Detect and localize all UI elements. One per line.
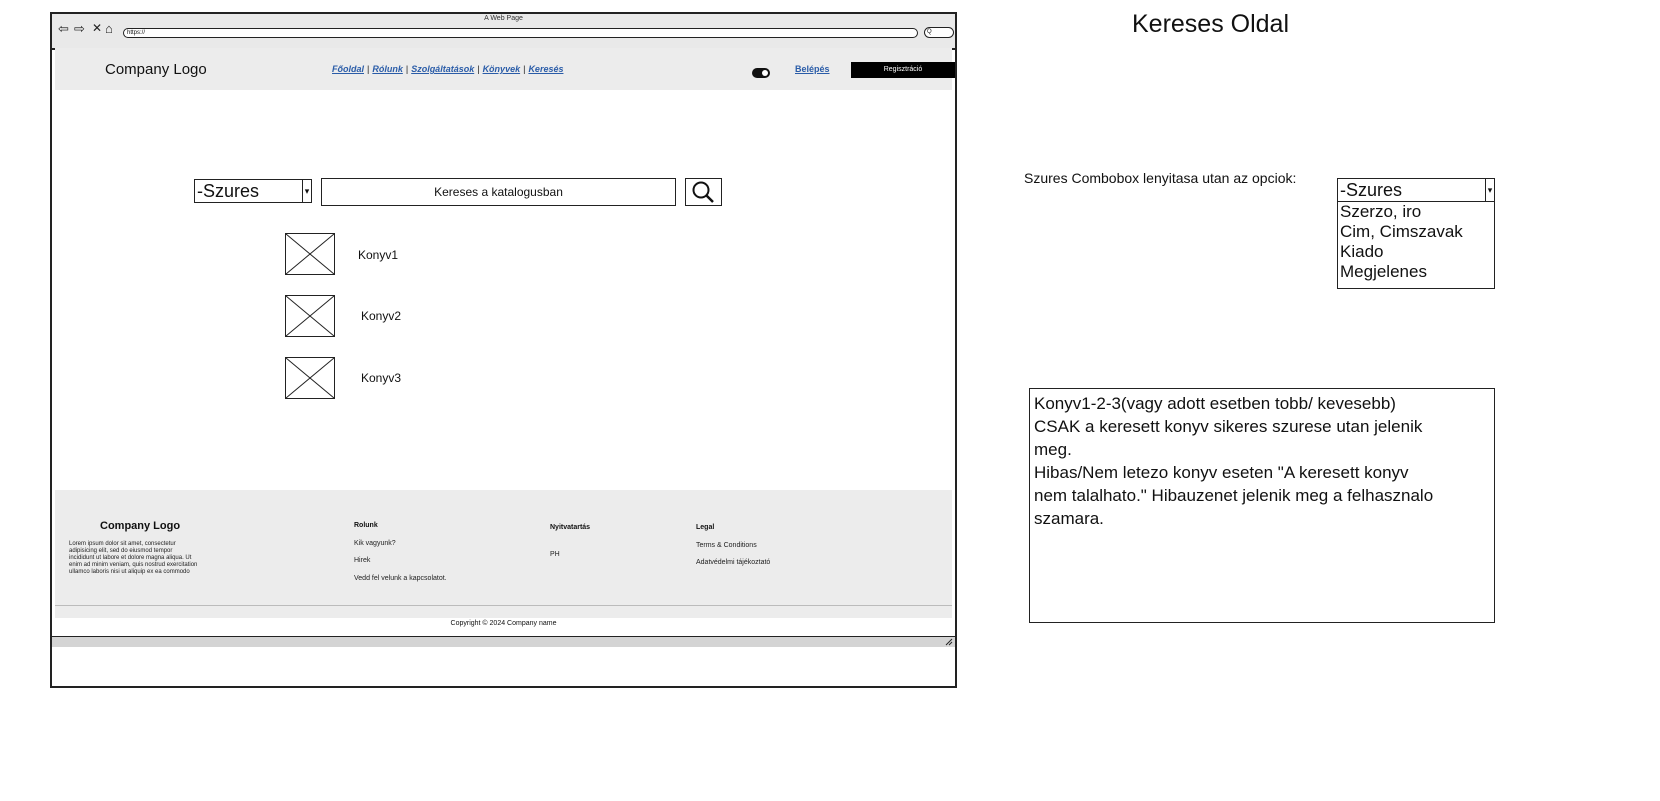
book-title[interactable]: Konyv1 bbox=[358, 248, 398, 262]
login-link[interactable]: Belépés bbox=[795, 64, 830, 74]
site-footer: Company Logo Lorem ipsum dolor sit amet,… bbox=[55, 490, 952, 618]
combobox-option[interactable]: Szerzo, iro bbox=[1338, 202, 1494, 222]
address-bar[interactable]: https:// bbox=[123, 28, 918, 38]
combobox-header[interactable]: -Szures ▾ bbox=[1337, 178, 1495, 202]
register-button[interactable]: Regisztráció bbox=[851, 62, 955, 78]
footer-link[interactable]: Kik vagyunk? bbox=[354, 540, 396, 547]
nav-link-about[interactable]: Rólunk bbox=[372, 64, 403, 74]
footer-heading-legal: Legal bbox=[696, 524, 715, 531]
footer-logo: Company Logo bbox=[100, 520, 181, 532]
filter-value: -Szures bbox=[197, 181, 260, 201]
search-button[interactable] bbox=[685, 178, 722, 206]
combobox-expanded[interactable]: -Szures ▾ Szerzo, iro Cim, Cimszavak Kia… bbox=[1337, 178, 1495, 293]
book-title[interactable]: Konyv3 bbox=[361, 371, 401, 385]
book-image-placeholder bbox=[285, 357, 335, 399]
book-image-placeholder bbox=[285, 233, 335, 275]
browser-titlebar: A Web Page ⇦ ⇨ ✕ ⌂ https:// Q bbox=[52, 14, 955, 50]
footer-link[interactable]: Terms & Conditions bbox=[696, 542, 757, 549]
browser-window: A Web Page ⇦ ⇨ ✕ ⌂ https:// Q Company Lo… bbox=[50, 12, 957, 688]
close-icon[interactable]: ✕ bbox=[92, 22, 102, 35]
footer-link[interactable]: Hirek bbox=[354, 557, 370, 564]
page-title: Kereses Oldal bbox=[1132, 10, 1290, 38]
footer-link[interactable]: Vedd fel velunk a kapcsolatot. bbox=[354, 575, 447, 582]
home-icon[interactable]: ⌂ bbox=[105, 22, 113, 35]
footer-heading-about: Rolunk bbox=[354, 522, 378, 529]
filter-combobox[interactable]: -Szures ▾ bbox=[194, 179, 312, 203]
nav-link-books[interactable]: Könyvek bbox=[483, 64, 521, 74]
nav-link-home[interactable]: Főoldal bbox=[332, 64, 364, 74]
site-header: Company Logo Főoldal | Rólunk | Szolgáltatás… bbox=[55, 48, 955, 90]
resize-grip-icon[interactable] bbox=[945, 638, 953, 646]
company-logo[interactable]: Company Logo bbox=[105, 61, 207, 78]
combobox-option[interactable]: Megjelenes bbox=[1338, 262, 1494, 282]
search-icon bbox=[692, 181, 714, 203]
copyright-text: Copyright © 2024 Company name bbox=[450, 620, 557, 627]
combobox-value: -Szures bbox=[1340, 180, 1403, 200]
forward-icon[interactable]: ⇨ bbox=[74, 22, 85, 35]
combobox-options: Szerzo, iro Cim, Cimszavak Kiado Megjele… bbox=[1337, 202, 1495, 289]
chevron-down-icon[interactable]: ▾ bbox=[302, 180, 311, 202]
back-icon[interactable]: ⇦ bbox=[58, 22, 69, 35]
book-title[interactable]: Konyv2 bbox=[361, 309, 401, 323]
window-title: A Web Page bbox=[484, 15, 523, 22]
footer-heading-hours: Nyitvatartás bbox=[550, 524, 591, 531]
search-input[interactable]: Kereses a katalogusban bbox=[321, 178, 676, 206]
combobox-option[interactable]: Cim, Cimszavak bbox=[1338, 222, 1494, 242]
footer-description: Lorem ipsum dolor sit amet, consectetur … bbox=[69, 541, 198, 575]
browser-search-field[interactable]: Q bbox=[924, 27, 954, 38]
nav-link-search[interactable]: Keresés bbox=[528, 64, 563, 74]
browser-statusbar bbox=[52, 636, 955, 647]
combo-note: Szures Combobox lenyitasa utan az opciok… bbox=[1024, 170, 1297, 186]
main-nav: Főoldal | Rólunk | Szolgáltatások | Könyvek | Ke… bbox=[332, 64, 564, 74]
theme-toggle[interactable] bbox=[752, 68, 770, 78]
nav-link-services[interactable]: Szolgáltatások bbox=[411, 64, 474, 74]
footer-divider bbox=[55, 605, 952, 606]
combobox-option[interactable]: Kiado bbox=[1338, 242, 1494, 262]
book-image-placeholder bbox=[285, 295, 335, 337]
footer-link[interactable]: Adatvédelmi tájékoztató bbox=[696, 559, 770, 566]
footer-link[interactable]: PH bbox=[550, 551, 560, 558]
chevron-down-icon[interactable]: ▾ bbox=[1485, 179, 1494, 201]
annotation-note: Konyv1-2-3(vagy adott esetben tobb/ keve… bbox=[1029, 388, 1495, 623]
